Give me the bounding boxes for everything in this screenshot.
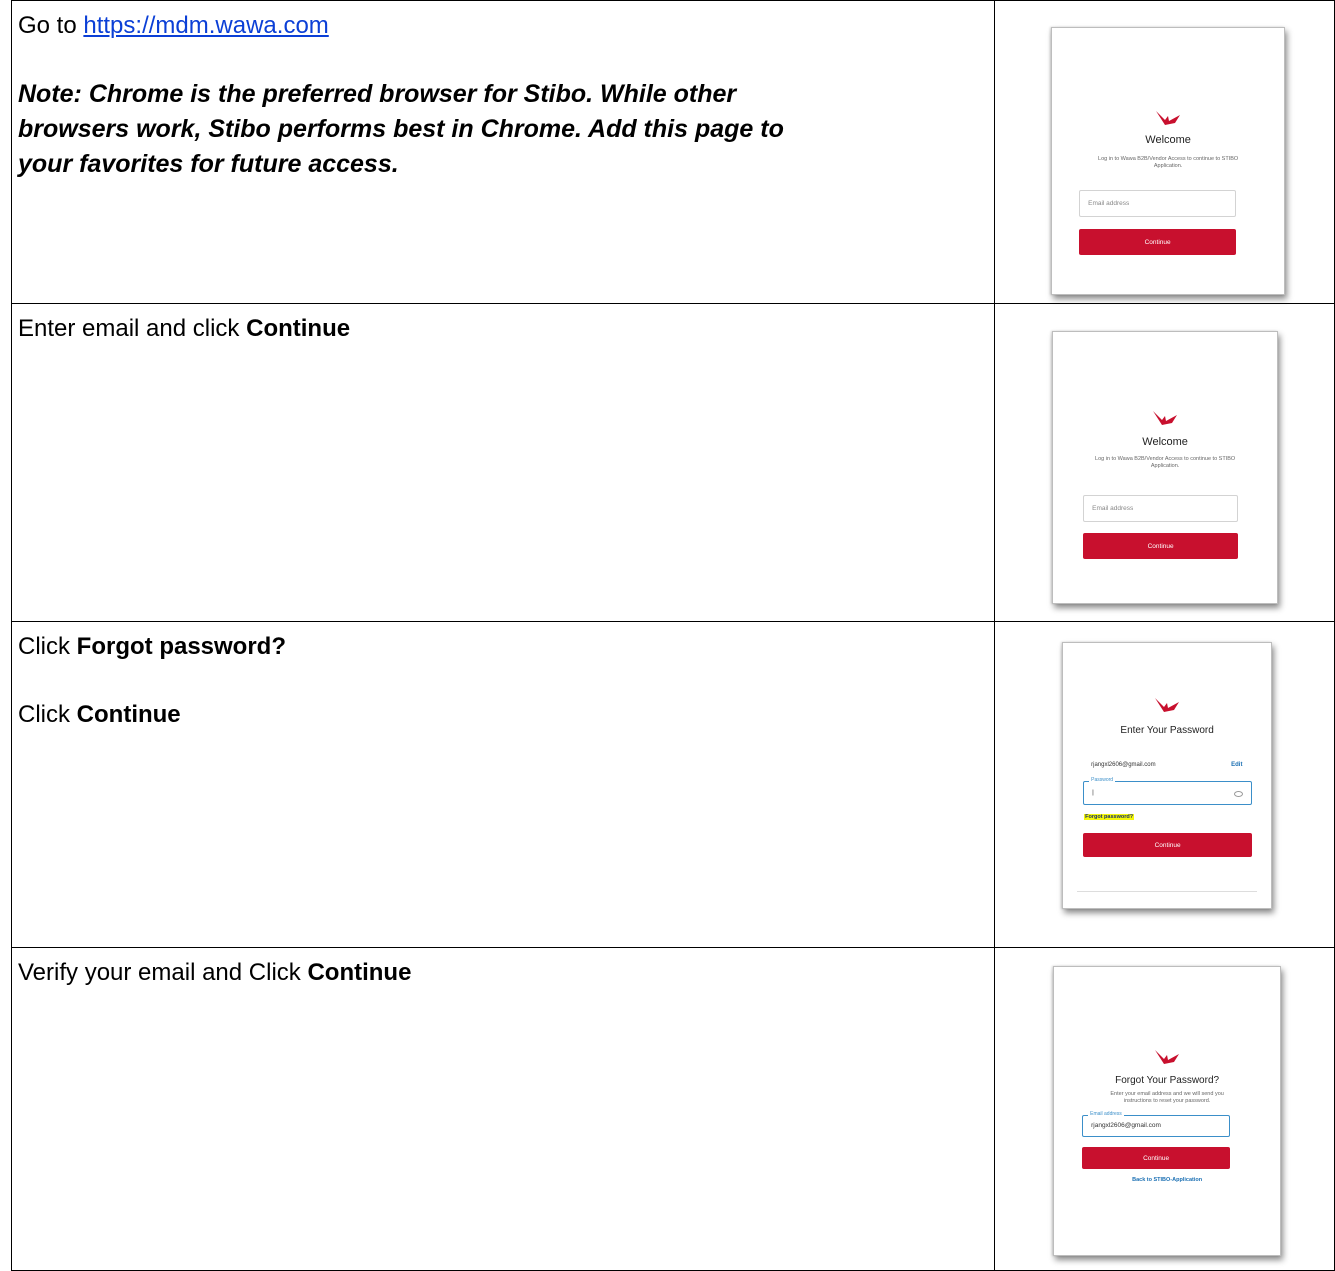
step-1-screenshot-cell: Welcome Log in to Wawa B2B/Vendor Access… bbox=[994, 0, 1335, 304]
email-input[interactable]: Email address bbox=[1083, 495, 1239, 522]
step-4-text-cell: Verify your email and Click Continue bbox=[10, 947, 996, 1271]
browser-note-line-1: Note: Chrome is the preferred browser fo… bbox=[18, 80, 737, 108]
go-to-label: Go to bbox=[18, 12, 77, 39]
email-address-label: Email address bbox=[1088, 1111, 1124, 1117]
step-row-3: Click Forgot password? Click Continue En… bbox=[10, 621, 1335, 948]
card-title: Enter Your Password bbox=[1120, 725, 1214, 736]
back-to-stibo-link[interactable]: Back to STIBO-Application bbox=[1054, 1177, 1280, 1183]
wawa-goose-logo-icon bbox=[1155, 698, 1180, 712]
step-3-instruction-1: Click Forgot password? bbox=[18, 633, 287, 660]
card-title: Forgot Your Password? bbox=[1115, 1075, 1220, 1086]
forgot-password-link[interactable]: Forgot password? bbox=[1084, 814, 1135, 820]
wawa-goose-logo-icon bbox=[1155, 1050, 1180, 1064]
browser-note-line-2: browsers work, Stibo performs best in Ch… bbox=[18, 115, 784, 143]
continue-bold-text: Continue bbox=[246, 315, 351, 342]
password-card-screenshot: Enter Your Password rjangxl2606@gmail.co… bbox=[1062, 642, 1273, 909]
wawa-goose-logo-icon bbox=[1153, 411, 1178, 425]
continue-button[interactable]: Continue bbox=[1082, 1147, 1231, 1169]
password-input[interactable]: | bbox=[1083, 781, 1253, 805]
continue-button[interactable]: Continue bbox=[1083, 833, 1253, 857]
show-password-eye-icon[interactable] bbox=[1234, 791, 1244, 797]
wawa-goose-logo-icon bbox=[1156, 111, 1181, 125]
password-label: Password bbox=[1089, 777, 1116, 783]
continue-button[interactable]: Continue bbox=[1083, 533, 1239, 559]
step-row-4: Verify your email and Click Continue For… bbox=[10, 947, 1335, 1271]
instructions-table: Go to https://mdm.wawa.com Note: Chrome … bbox=[10, 0, 1335, 1271]
step-2-screenshot-cell: Welcome Log in to Wawa B2B/Vendor Access… bbox=[994, 303, 1335, 622]
card-subtitle: Log in to Wawa B2B/Vendor Access to cont… bbox=[1095, 456, 1236, 469]
step-row-2: Enter email and click Continue Welcome L… bbox=[10, 303, 1335, 622]
card-title: Welcome bbox=[1142, 436, 1188, 448]
browser-note-line-3: your favorites for future access. bbox=[18, 150, 399, 178]
step-3-instruction-2: Click Continue bbox=[18, 701, 181, 728]
forgot-password-card-screenshot: Forgot Your Password? Enter your email a… bbox=[1053, 966, 1282, 1256]
step-2-text-cell: Enter email and click Continue bbox=[10, 303, 996, 622]
user-email-text: rjangxl2606@gmail.com bbox=[1091, 762, 1156, 768]
step-1-text-cell: Go to https://mdm.wawa.com Note: Chrome … bbox=[10, 0, 996, 304]
continue-button[interactable]: Continue bbox=[1079, 229, 1237, 255]
mdm-url-link[interactable]: https://mdm.wawa.com bbox=[83, 12, 328, 39]
step-3-text-cell: Click Forgot password? Click Continue bbox=[10, 621, 996, 948]
continue-bold-text: Continue bbox=[307, 959, 412, 986]
login-card-screenshot-2: Welcome Log in to Wawa B2B/Vendor Access… bbox=[1052, 331, 1279, 604]
card-subtitle: Log in to Wawa B2B/Vendor Access to cont… bbox=[1098, 156, 1239, 169]
step-1-go-to: Go to https://mdm.wawa.com bbox=[18, 9, 988, 43]
card-subtitle: Enter your email address and we will sen… bbox=[1110, 1091, 1224, 1104]
card-title: Welcome bbox=[1145, 134, 1191, 146]
step-2-instruction: Enter email and click Continue bbox=[18, 315, 351, 342]
edit-email-link[interactable]: Edit bbox=[1231, 762, 1242, 768]
step-4-screenshot-cell: Forgot Your Password? Enter your email a… bbox=[994, 947, 1335, 1271]
step-row-1: Go to https://mdm.wawa.com Note: Chrome … bbox=[10, 0, 1335, 304]
card-bottom-divider bbox=[1077, 891, 1258, 892]
email-address-input[interactable]: rjangxl2606@gmail.com bbox=[1082, 1115, 1231, 1137]
step-3-screenshot-cell: Enter Your Password rjangxl2606@gmail.co… bbox=[994, 621, 1335, 948]
step-4-instruction: Verify your email and Click Continue bbox=[18, 959, 412, 986]
email-input[interactable]: Email address bbox=[1079, 190, 1237, 217]
forgot-password-bold-text: Forgot password? bbox=[76, 633, 287, 660]
login-card-screenshot-1: Welcome Log in to Wawa B2B/Vendor Access… bbox=[1051, 27, 1286, 295]
continue-bold-text: Continue bbox=[76, 701, 181, 728]
